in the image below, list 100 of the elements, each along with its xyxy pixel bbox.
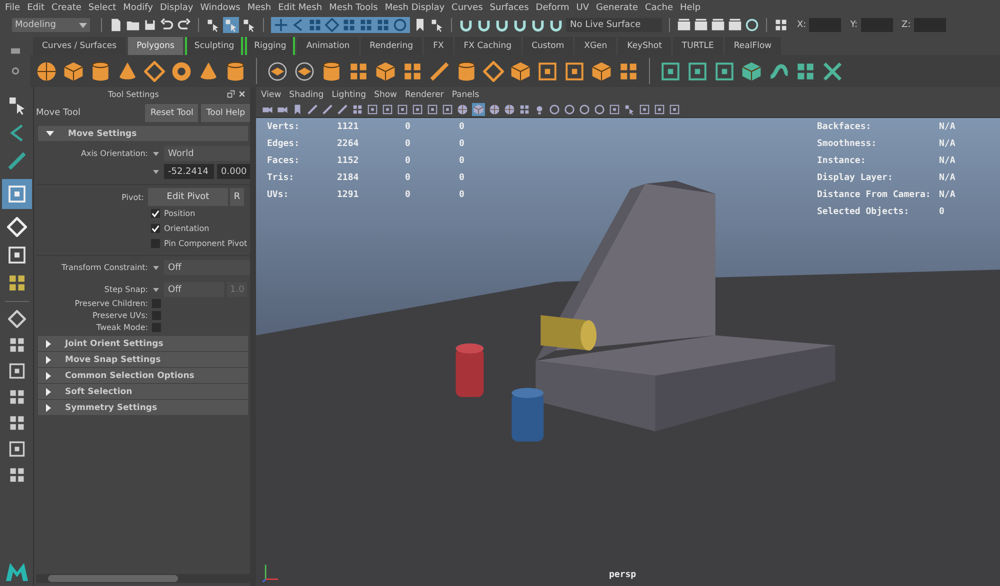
grid-icon[interactable] bbox=[8, 466, 26, 484]
cube-icon[interactable] bbox=[63, 60, 84, 82]
tool-button[interactable]: Reset Tool bbox=[145, 104, 198, 122]
dropdown-caret-icon[interactable] bbox=[153, 152, 159, 156]
menu-item[interactable]: Generate bbox=[594, 2, 644, 12]
shelf-tab[interactable]: XGen bbox=[575, 37, 616, 55]
menu-item[interactable]: Surfaces bbox=[488, 2, 534, 12]
cone-icon[interactable] bbox=[117, 60, 138, 82]
menu-item[interactable]: Deform bbox=[534, 2, 574, 12]
menu-item[interactable]: File bbox=[3, 2, 26, 12]
grid-icon[interactable] bbox=[402, 60, 423, 82]
grid-icon[interactable] bbox=[6, 273, 26, 293]
menu-item[interactable]: Panels bbox=[448, 90, 484, 100]
shelf-tab[interactable]: Sculpting bbox=[185, 37, 244, 55]
shelf-tab[interactable]: RealFlow bbox=[724, 37, 781, 55]
menu-item[interactable]: Edit bbox=[25, 2, 50, 12]
cube-icon[interactable] bbox=[473, 104, 484, 115]
diamond-icon[interactable] bbox=[483, 60, 504, 82]
square-icon[interactable] bbox=[367, 104, 378, 115]
menu-item[interactable]: Edit Mesh bbox=[276, 2, 328, 12]
number-field[interactable]: -52.2414 bbox=[164, 164, 214, 179]
section-header[interactable]: Joint Orient Settings bbox=[38, 336, 248, 351]
checkbox[interactable] bbox=[152, 298, 160, 308]
line-icon[interactable] bbox=[307, 104, 318, 115]
ring-icon[interactable] bbox=[267, 60, 288, 82]
line-icon[interactable] bbox=[6, 151, 26, 171]
menu-item[interactable]: Mesh Display bbox=[382, 2, 450, 12]
checkbox[interactable] bbox=[152, 310, 160, 320]
shelf-tab[interactable]: Animation bbox=[297, 37, 359, 55]
shelf-tab[interactable]: Curves / Surfaces bbox=[33, 37, 126, 55]
camera-icon[interactable] bbox=[262, 104, 273, 115]
shelf-tab[interactable]: TURTLE bbox=[672, 37, 723, 55]
shelf-tab[interactable]: Rigging bbox=[245, 37, 296, 55]
circle-icon[interactable] bbox=[579, 104, 590, 115]
bookmark-icon[interactable] bbox=[292, 104, 303, 115]
checkbox[interactable] bbox=[152, 322, 160, 332]
coord-field[interactable] bbox=[860, 18, 893, 32]
section-header[interactable]: Soft Selection bbox=[38, 384, 248, 399]
menu-item[interactable]: UV bbox=[574, 2, 594, 12]
shelf-tab[interactable]: Polygons bbox=[128, 37, 184, 55]
grid-icon[interactable] bbox=[348, 60, 369, 82]
menu-item[interactable]: Create bbox=[50, 2, 86, 12]
menu-item[interactable]: Shading bbox=[286, 90, 329, 100]
menu-item[interactable]: Cache bbox=[643, 2, 678, 12]
cylinder-icon[interactable] bbox=[456, 60, 477, 82]
menu-item[interactable]: Lighting bbox=[328, 90, 372, 100]
diamond-icon[interactable] bbox=[144, 60, 165, 82]
mode-dropdown[interactable]: Modeling bbox=[12, 18, 90, 32]
grid-icon[interactable] bbox=[8, 414, 26, 432]
menu-item[interactable]: Curves bbox=[450, 2, 488, 12]
select-icon[interactable] bbox=[6, 95, 26, 115]
square-icon[interactable] bbox=[397, 104, 408, 115]
shelf-tab[interactable]: Custom bbox=[522, 37, 574, 55]
select-icon[interactable] bbox=[206, 18, 220, 32]
redo-icon[interactable] bbox=[177, 18, 191, 32]
square-icon[interactable] bbox=[412, 104, 423, 115]
torus-icon[interactable] bbox=[171, 60, 192, 82]
square-icon[interactable] bbox=[639, 104, 650, 115]
coord-field[interactable] bbox=[809, 18, 842, 32]
menu-item[interactable]: Mesh bbox=[245, 2, 276, 12]
menu-item[interactable]: Help bbox=[678, 2, 706, 12]
number-field[interactable]: 0.000 bbox=[217, 164, 250, 179]
select-icon[interactable] bbox=[430, 18, 444, 32]
menu-item[interactable]: Modify bbox=[121, 2, 158, 12]
pivot-button[interactable]: R bbox=[230, 188, 244, 206]
square-icon[interactable] bbox=[8, 362, 26, 380]
menu-item[interactable]: Mesh Tools bbox=[327, 2, 383, 12]
grid-icon[interactable] bbox=[8, 336, 26, 354]
menu-item[interactable]: Windows bbox=[198, 2, 246, 12]
checkbox[interactable] bbox=[151, 209, 160, 218]
square-icon[interactable] bbox=[660, 60, 681, 82]
select-icon[interactable] bbox=[624, 104, 635, 115]
plus-icon[interactable] bbox=[274, 18, 288, 32]
save-icon[interactable] bbox=[143, 18, 157, 32]
grid-icon[interactable] bbox=[352, 104, 363, 115]
circle-icon[interactable] bbox=[549, 104, 560, 115]
square-icon[interactable] bbox=[654, 104, 665, 115]
ring-icon[interactable] bbox=[294, 60, 315, 82]
grid-icon[interactable] bbox=[519, 104, 530, 115]
sphere-icon[interactable] bbox=[489, 104, 500, 115]
square-icon[interactable] bbox=[8, 440, 26, 458]
circle-icon[interactable] bbox=[594, 104, 605, 115]
magnet-icon[interactable] bbox=[495, 18, 509, 32]
camera-icon[interactable] bbox=[277, 104, 288, 115]
menu-item[interactable]: Show bbox=[371, 90, 402, 100]
section-header[interactable]: Move Snap Settings bbox=[38, 352, 248, 367]
curve-icon[interactable] bbox=[291, 18, 305, 32]
square-icon[interactable] bbox=[442, 104, 453, 115]
square-icon[interactable] bbox=[564, 60, 585, 82]
section-header[interactable]: Common Selection Options bbox=[38, 368, 248, 383]
tool-button[interactable]: Tool Help bbox=[201, 104, 250, 122]
line-icon[interactable] bbox=[322, 104, 333, 115]
menu-item[interactable]: Display bbox=[158, 2, 198, 12]
shelf-tab[interactable]: FX bbox=[424, 37, 453, 55]
cube-icon[interactable] bbox=[591, 60, 612, 82]
square-icon[interactable] bbox=[609, 104, 620, 115]
shelf-tab[interactable]: KeyShot bbox=[618, 37, 671, 55]
cube-icon[interactable] bbox=[375, 60, 396, 82]
magnet-icon[interactable] bbox=[459, 18, 473, 32]
cylinder-icon[interactable] bbox=[225, 60, 246, 82]
